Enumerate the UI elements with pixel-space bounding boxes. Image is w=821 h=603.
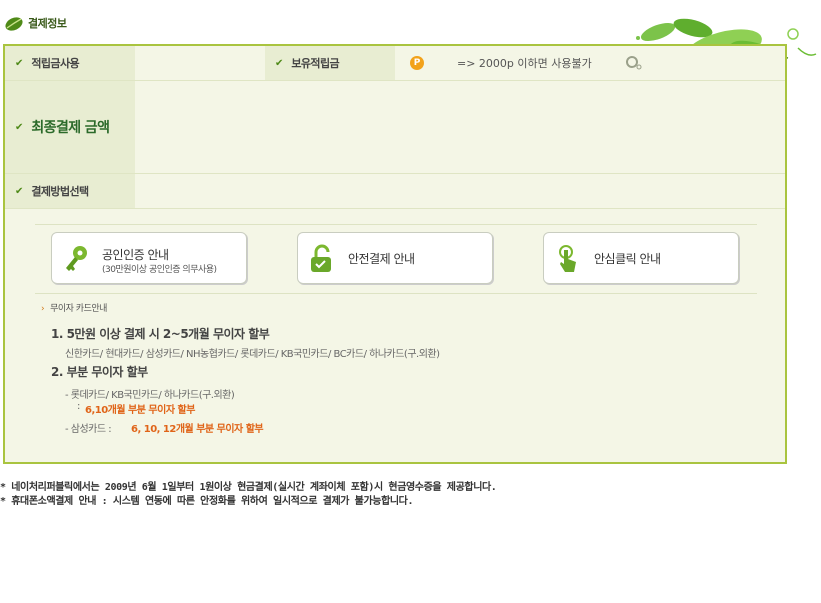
payment-method-row: ✔ 결제방법선택 bbox=[5, 174, 785, 209]
button-subtitle: (30만원이상 공인인증 의무사용) bbox=[102, 265, 217, 275]
installment-item-2-terms-b: 6, 10, 12개월 부분 무이자 할부 bbox=[131, 424, 264, 435]
installment-item-1-cards: 신한카드/ 현대카드/ 삼성카드/ NH농협카드/ 롯데카드/ KB국민카드/ … bbox=[65, 349, 440, 360]
cert-info-button[interactable]: 공인인증 안내 (30만원이상 공인인증 의무사용) bbox=[51, 232, 247, 284]
divider bbox=[35, 293, 757, 294]
points-coin-icon: P bbox=[410, 56, 424, 70]
points-use-label-cell: ✔ 적립금사용 bbox=[5, 46, 135, 80]
key-icon bbox=[66, 246, 87, 271]
safe-click-info-button[interactable]: 안심클릭 안내 bbox=[543, 232, 739, 284]
installment-item-1: 1. 5만원 이상 결제 시 2~5개월 무이자 할부 bbox=[51, 327, 270, 341]
click-icon bbox=[559, 245, 576, 272]
loading-icon bbox=[626, 56, 642, 70]
points-held-label: 보유적립금 bbox=[291, 57, 339, 70]
section-header: 결제정보 bbox=[4, 12, 67, 34]
payment-method-label: 결제방법선택 bbox=[31, 185, 89, 198]
installment-item-2-cards-b: - 삼성카드 : bbox=[65, 424, 112, 435]
installment-item-2-terms-a: 6,10개월 부분 무이자 할부 bbox=[85, 405, 195, 416]
lock-icon bbox=[311, 244, 331, 272]
installment-item-2: 2. 부분 무이자 할부 bbox=[51, 365, 148, 379]
points-row: ✔ 적립금사용 ✔ 보유적립금 P => 2000p 이하면 사용불가 bbox=[5, 46, 785, 81]
payment-panel: ✔ 적립금사용 ✔ 보유적립금 P => 2000p 이하면 사용불가 ✔ 최종… bbox=[3, 44, 787, 464]
leaf-icon bbox=[4, 14, 24, 32]
check-icon: ✔ bbox=[15, 185, 24, 197]
check-icon: ✔ bbox=[15, 57, 24, 69]
points-note: => 2000p 이하면 사용불가 bbox=[457, 57, 592, 70]
final-amount-label: 최종결제 금액 bbox=[31, 120, 110, 136]
section-title: 결제정보 bbox=[28, 17, 67, 30]
final-amount-label-cell: ✔ 최종결제 금액 bbox=[5, 81, 135, 173]
payment-method-label-cell: ✔ 결제방법선택 bbox=[5, 174, 135, 208]
installment-item-2-colon-a: : bbox=[77, 401, 80, 412]
installment-item-2-cards-a: - 롯데카드/ KB국민카드/ 하나카드(구.외환) bbox=[65, 390, 235, 401]
points-use-label: 적립금사용 bbox=[31, 57, 79, 70]
footer-note-1: * 네이처리퍼블릭에서는 2009년 6월 1일부터 1원이상 현금결제(실시간… bbox=[0, 482, 497, 493]
safe-payment-info-button[interactable]: 안전결제 안내 bbox=[297, 232, 493, 284]
installment-heading: › 무이자 카드안내 bbox=[41, 304, 107, 314]
final-amount-row: ✔ 최종결제 금액 bbox=[5, 81, 785, 174]
check-icon: ✔ bbox=[15, 121, 24, 133]
check-icon: ✔ bbox=[275, 57, 284, 69]
divider bbox=[35, 224, 757, 225]
button-title: 안심클릭 안내 bbox=[594, 252, 661, 266]
bullet-icon: › bbox=[41, 304, 45, 314]
footer-note-2: * 휴대폰소액결제 안내 : 시스템 연동에 따른 안정화를 위하여 일시적으로… bbox=[0, 496, 414, 507]
button-title: 안전결제 안내 bbox=[348, 252, 415, 266]
button-title: 공인인증 안내 bbox=[102, 248, 169, 262]
points-held-label-cell: ✔ 보유적립금 bbox=[265, 46, 395, 80]
